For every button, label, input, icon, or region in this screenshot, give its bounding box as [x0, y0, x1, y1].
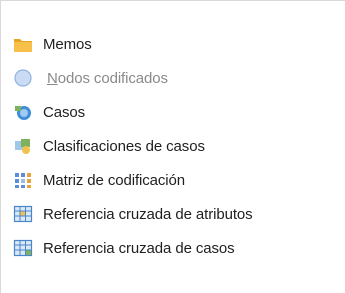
menu-item-nodos-codificados[interactable]: Nodos codificados: [13, 61, 338, 95]
attribute-crosstab-icon: [13, 204, 33, 224]
menu-list: Memos Nodos codificados Casos Clasificac…: [13, 27, 338, 265]
nodes-circle-icon: [13, 68, 33, 88]
menu-item-label: Memos: [43, 35, 92, 53]
menu-item-clasificaciones-de-casos[interactable]: Clasificaciones de casos: [13, 129, 338, 163]
menu-item-label: Matriz de codificación: [43, 171, 186, 189]
menu-item-referencia-cruzada-de-atributos[interactable]: Referencia cruzada de atributos: [13, 197, 338, 231]
menu-item-referencia-cruzada-de-casos[interactable]: Referencia cruzada de casos: [13, 231, 338, 265]
menu-item-matriz-de-codificacion[interactable]: Matriz de codificación: [13, 163, 338, 197]
menu-item-label: Casos: [43, 103, 86, 121]
dropdown-menu-panel: Memos Nodos codificados Casos Clasificac…: [0, 0, 345, 293]
cases-icon: [13, 102, 33, 122]
coding-matrix-icon: [13, 170, 33, 190]
menu-item-casos[interactable]: Casos: [13, 95, 338, 129]
menu-item-memos[interactable]: Memos: [13, 27, 338, 61]
folder-memos-icon: [13, 34, 33, 54]
menu-item-label: Referencia cruzada de casos: [43, 239, 235, 257]
menu-item-label: Nodos codificados: [47, 69, 168, 87]
case-classifications-icon: [13, 136, 33, 156]
case-crosstab-icon: [13, 238, 33, 258]
menu-item-label: Referencia cruzada de atributos: [43, 205, 253, 223]
menu-item-label: Clasificaciones de casos: [43, 137, 205, 155]
